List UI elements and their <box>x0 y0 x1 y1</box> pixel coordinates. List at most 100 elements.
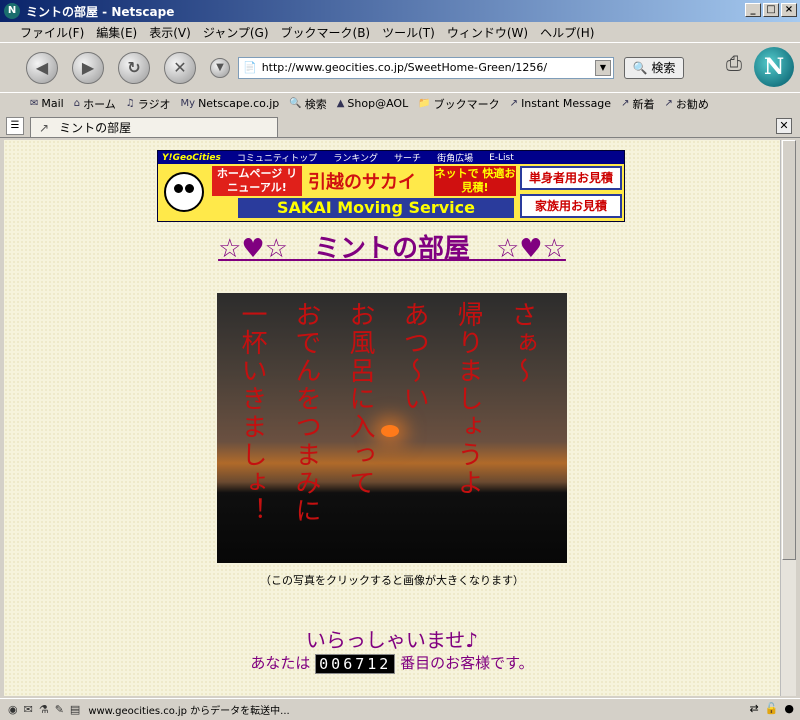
poem-line: 一杯いきましょ！ <box>237 301 267 525</box>
toolbar-label: ホーム <box>83 97 116 111</box>
toolbar-label: Mail <box>41 97 64 110</box>
poem-line: お風呂に入って <box>345 301 375 497</box>
tab-bar: ☰ ↗ ミントの部屋 <box>0 114 800 138</box>
toolbar-label: Instant Message <box>521 97 612 110</box>
toolbar-label: 新着 <box>632 97 655 111</box>
folder-icon: 📁 <box>418 98 431 109</box>
panda-icon <box>164 172 204 212</box>
banner-top-bar: Y!GeoCities コミュニティトップ ランキング サーチ 街角広場 E-L… <box>158 151 624 164</box>
menu-go[interactable]: ジャンプ(G) <box>203 24 269 41</box>
window-titlebar: N ミントの部屋 - Netscape _ □ × <box>0 0 800 22</box>
url-text: http://www.geocities.co.jp/SweetHome-Gre… <box>261 61 548 74</box>
menu-file[interactable]: ファイル(F) <box>20 24 84 41</box>
stop-button[interactable]: ✕ <box>164 51 196 84</box>
poem-line: おでんをつまみに <box>291 301 321 525</box>
sun-glow <box>381 425 399 437</box>
url-dropdown-button[interactable]: ▼ <box>595 59 611 76</box>
toolbar-item-recommend[interactable]: ↗ お勧め <box>664 96 708 112</box>
maximize-button[interactable]: □ <box>763 3 779 17</box>
ad-single-quote-button[interactable]: 単身者用お見積 <box>520 166 622 190</box>
toolbar-item-shop-aol[interactable]: ▲ Shop@AOL <box>337 97 409 110</box>
toolbar-item-netscape[interactable]: My Netscape.co.jp <box>181 97 280 110</box>
personal-toolbar: ✉ Mail ⌂ ホーム ♫ ラジオ My Netscape.co.jp 🔍 検索 ▲ Sh… <box>0 92 800 114</box>
scrollbar-thumb[interactable] <box>782 140 796 560</box>
minimize-button[interactable]: _ <box>745 3 761 17</box>
ad-family-quote-button[interactable]: 家族用お見積 <box>520 194 622 218</box>
geocities-banner[interactable]: Y!GeoCities コミュニティトップ ランキング サーチ 街角広場 E-L… <box>157 150 625 222</box>
menu-bar: ファイル(F) 編集(E) 表示(V) ジャンプ(G) ブックマーク(B) ツー… <box>0 22 800 42</box>
toolbar-item-home[interactable]: ⌂ ホーム <box>74 96 116 112</box>
aim-icon[interactable]: ⚗ <box>39 703 49 716</box>
menu-bookmarks[interactable]: ブックマーク(B) <box>281 24 371 41</box>
counter-prefix: あなたは <box>250 654 311 672</box>
poem-line: あつ〜い <box>399 301 429 413</box>
forward-button[interactable]: ▶ <box>72 51 104 84</box>
reload-button[interactable]: ↻ <box>118 51 150 84</box>
aol-icon: ▲ <box>336 98 345 109</box>
poem-line: さぁ〜 <box>507 301 537 385</box>
link-icon: ↗ <box>664 98 673 109</box>
close-window-button[interactable]: × <box>781 3 797 17</box>
ad-homepage-renewal: ホームページ リニューアル! <box>212 166 302 196</box>
ad-net-quote: ネットで 快適お見積! <box>434 166 516 196</box>
mail-status-icon[interactable]: ✉ <box>24 703 33 716</box>
netscape-status-icon[interactable]: ◉ <box>8 703 18 716</box>
banner-link-elist[interactable]: E-List <box>489 153 514 163</box>
magnifier-icon: 🔍 <box>632 60 648 75</box>
security-icon[interactable]: 🔓 <box>765 702 779 715</box>
banner-link-community[interactable]: コミュニティトップ <box>237 151 317 164</box>
search-button[interactable]: 🔍 検索 <box>624 56 684 79</box>
window-controls: _ □ × <box>745 3 797 17</box>
url-field[interactable]: 📄 http://www.geocities.co.jp/SweetHome-G… <box>238 56 614 79</box>
composer-icon[interactable]: ✎ <box>55 703 64 716</box>
status-text: www.geocities.co.jp からデータを転送中... <box>88 706 290 717</box>
back-button[interactable]: ◀ <box>26 51 58 84</box>
toolbar-item-new[interactable]: ↗ 新着 <box>621 96 654 112</box>
radio-icon: ♫ <box>125 98 135 109</box>
sidebar-toggle-icon[interactable]: ☰ <box>6 117 24 135</box>
toolbar-label: 検索 <box>304 97 327 111</box>
toolbar-item-bookmarks[interactable]: 📁 ブックマーク <box>418 96 499 112</box>
offline-icon[interactable]: ⇄ <box>749 702 758 715</box>
menu-help[interactable]: ヘルプ(H) <box>540 24 594 41</box>
page-content: Y!GeoCities コミュニティトップ ランキング サーチ 街角広場 E-L… <box>4 140 780 696</box>
toolbar-item-search[interactable]: 🔍 検索 <box>289 96 326 112</box>
menu-tools[interactable]: ツール(T) <box>382 24 435 41</box>
menu-window[interactable]: ウィンドウ(W) <box>447 24 528 41</box>
address-book-icon[interactable]: ▤ <box>70 703 80 716</box>
mail-icon: ✉ <box>30 98 39 109</box>
toolbar-label: ブックマーク <box>433 97 500 111</box>
netscape-logo[interactable]: N <box>754 47 794 87</box>
visitor-counter: 006712 <box>315 653 396 674</box>
toolbar-label: お勧め <box>675 97 709 111</box>
welcome-message: いらっしゃいませ♪ <box>305 628 479 652</box>
banner-link-ranking[interactable]: ランキング <box>333 151 378 164</box>
banner-link-search[interactable]: サーチ <box>394 151 421 164</box>
geocities-logo[interactable]: Y!GeoCities <box>162 153 221 163</box>
status-icons: ◉ ✉ ⚗ ✎ ▤ <box>8 703 80 716</box>
print-icon[interactable]: ⎙ <box>726 51 742 75</box>
counter-suffix: 番目のお客様です。 <box>400 654 534 672</box>
vertical-scrollbar[interactable] <box>780 140 796 696</box>
sakai-ad[interactable]: ホームページ リニューアル! 引越のサカイ ネットで 快適お見積! 単身者用お見… <box>158 164 624 221</box>
menu-view[interactable]: 表示(V) <box>149 24 191 41</box>
home-icon: ⌂ <box>73 98 81 109</box>
cookie-icon[interactable]: ● <box>784 702 794 715</box>
sunset-photo-link[interactable]: さぁ〜 帰りましょうよ あつ〜い お風呂に入って おでんをつまみに 一杯いきまし… <box>217 293 567 563</box>
history-dropdown-button[interactable]: ▼ <box>210 57 230 78</box>
menu-edit[interactable]: 編集(E) <box>96 24 137 41</box>
netscape-app-icon: N <box>4 3 20 19</box>
close-tab-button[interactable]: ✕ <box>776 118 792 134</box>
toolbar-item-radio[interactable]: ♫ ラジオ <box>126 96 171 112</box>
tab-mint-room[interactable]: ↗ ミントの部屋 <box>30 117 278 137</box>
my-icon: My <box>180 98 196 109</box>
toolbar-item-mail[interactable]: ✉ Mail <box>30 97 64 110</box>
poem-line: 帰りましょうよ <box>453 301 483 497</box>
ad-moving-service: SAKAI Moving Service <box>238 198 514 218</box>
toolbar-item-instant-message[interactable]: ↗ Instant Message <box>510 97 611 110</box>
status-right-icons: ⇄ 🔓 ● <box>749 702 794 715</box>
banner-link-plaza[interactable]: 街角広場 <box>437 151 473 164</box>
window-title: ミントの部屋 - Netscape <box>26 4 175 19</box>
ad-sakai-title: 引越のサカイ <box>308 172 416 193</box>
visitor-counter-line: あなたは 006712 番目のお客様です。 <box>4 652 780 674</box>
